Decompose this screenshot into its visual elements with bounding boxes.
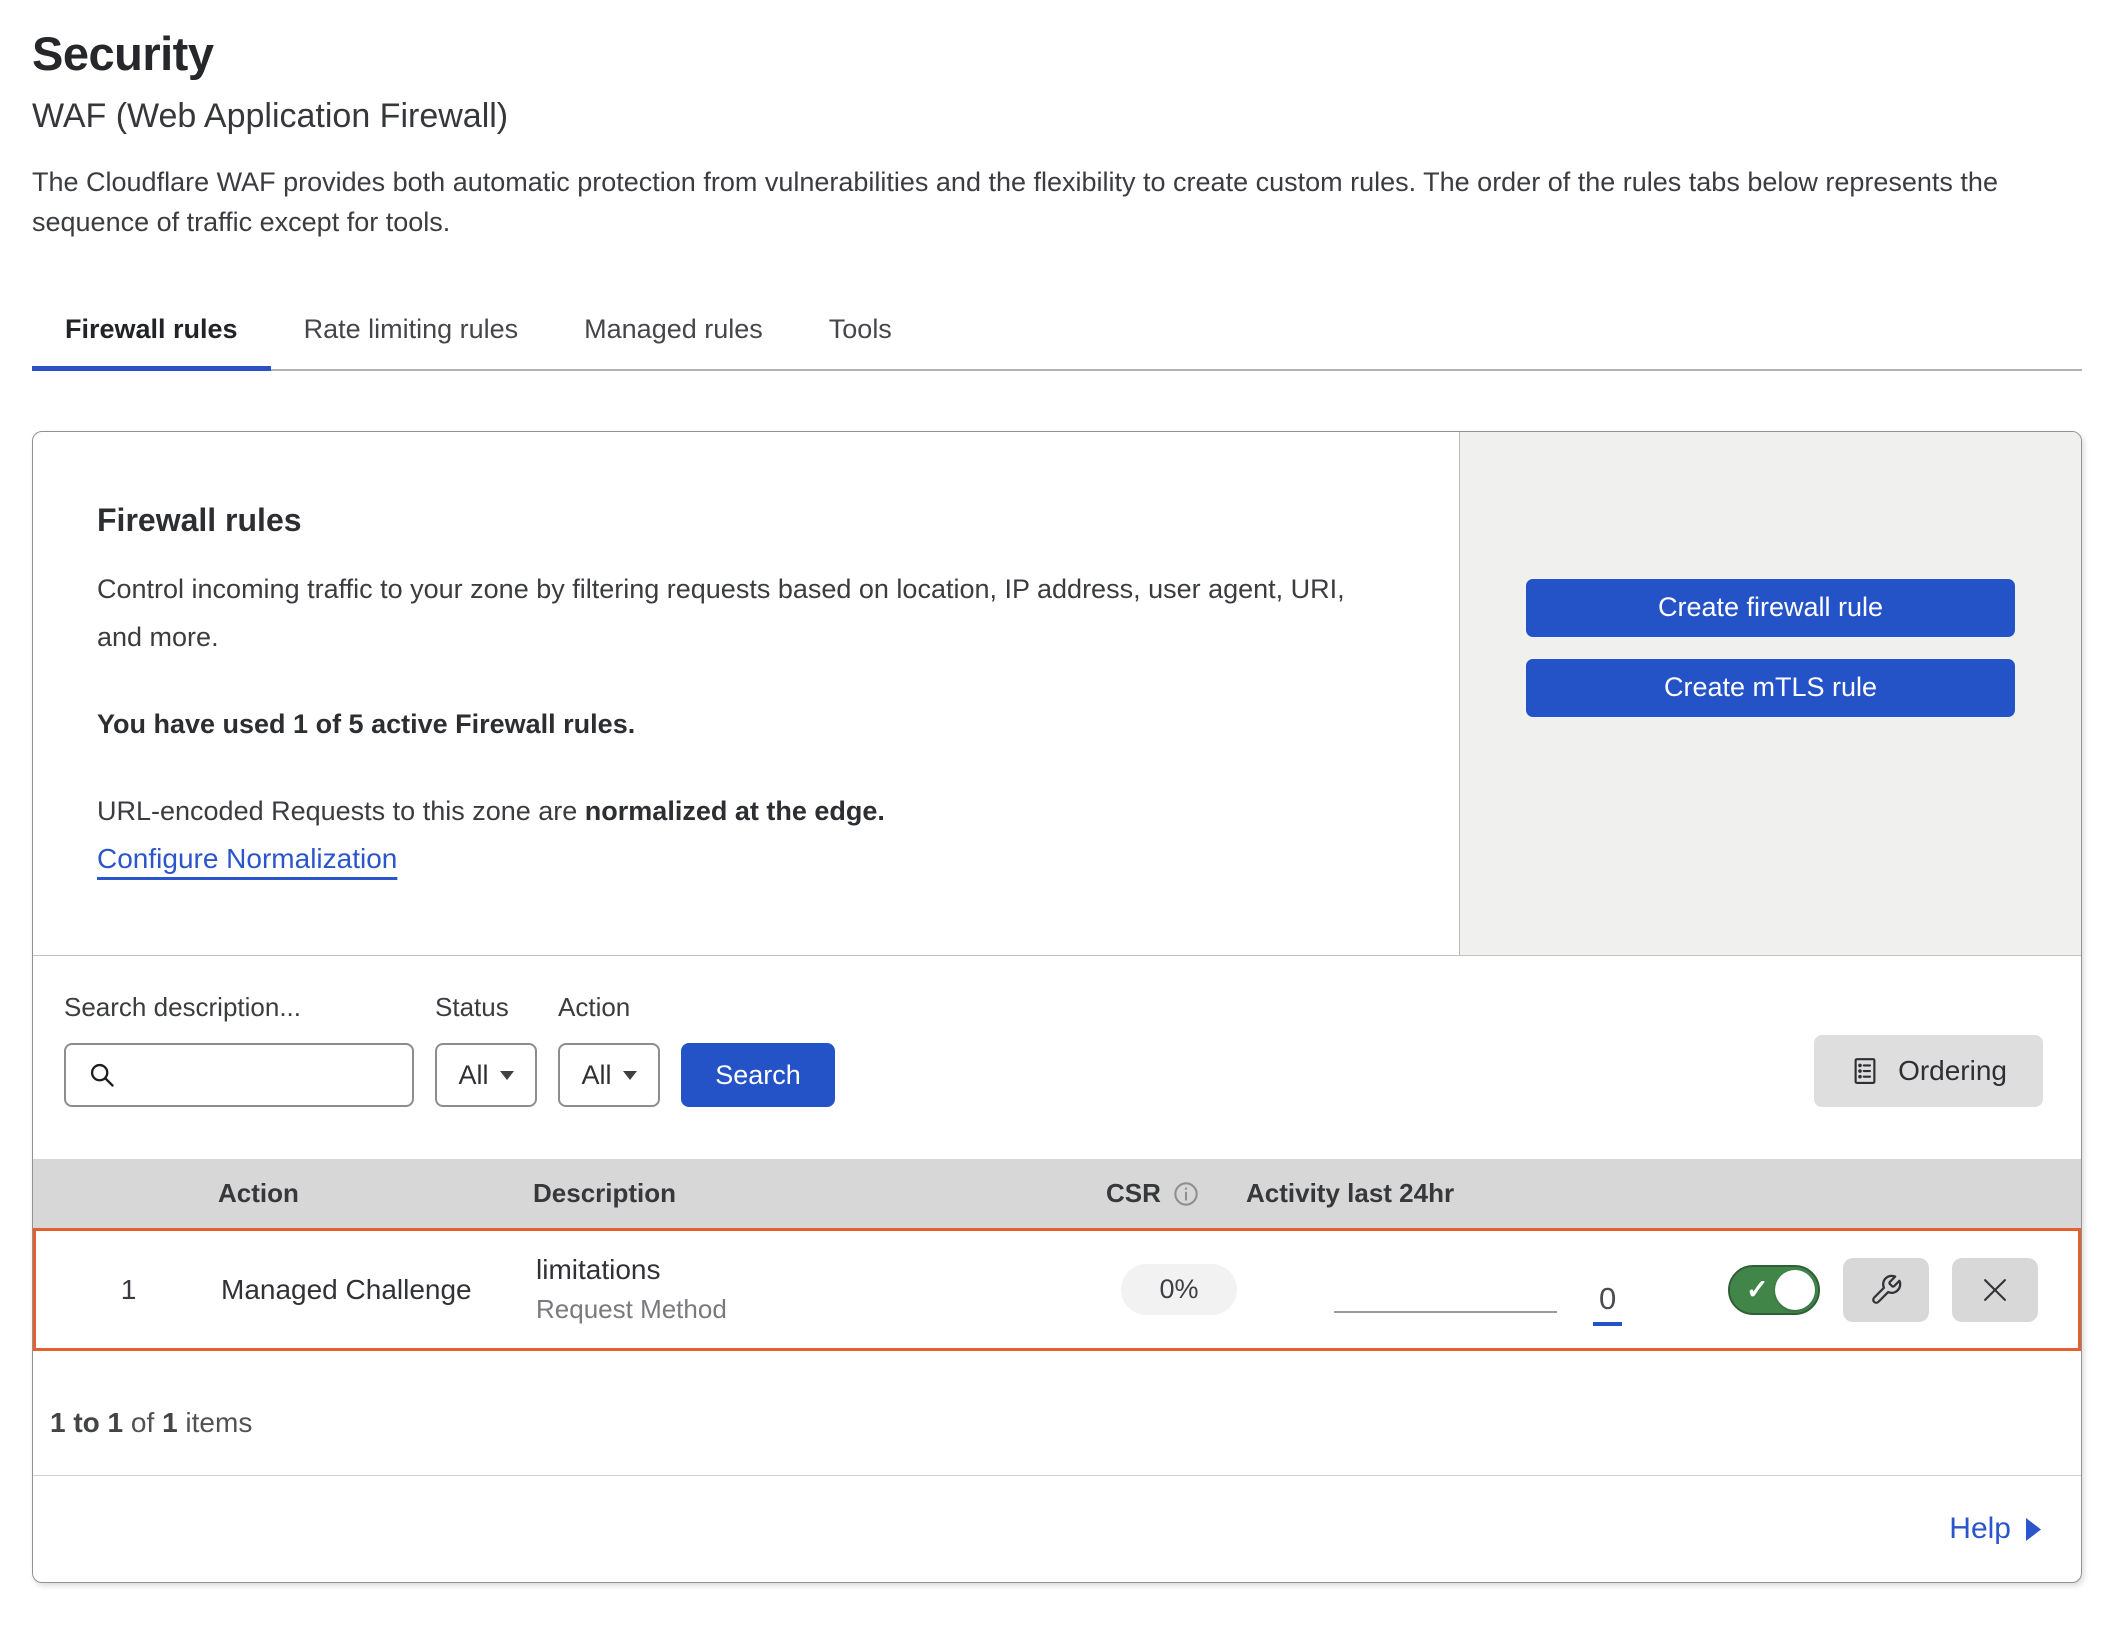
search-button[interactable]: Search <box>681 1043 835 1107</box>
rule-enabled-toggle[interactable]: ✓ <box>1728 1265 1820 1315</box>
action-select-value: All <box>581 1060 611 1091</box>
status-select-value: All <box>458 1060 488 1091</box>
page-description: The Cloudflare WAF provides both automat… <box>32 162 2082 242</box>
activity-count-link[interactable]: 0 <box>1593 1283 1622 1326</box>
search-filter-group: Search description... <box>64 992 414 1107</box>
rules-table-header: Action Description CSR Activity last 24h… <box>33 1159 2081 1228</box>
info-icon[interactable] <box>1173 1181 1199 1207</box>
action-select[interactable]: All <box>558 1043 660 1107</box>
close-icon <box>1978 1273 2012 1307</box>
toggle-knob <box>1775 1270 1815 1310</box>
pagination-range: 1 to 1 <box>50 1407 123 1438</box>
rule-priority: 1 <box>121 1274 137 1306</box>
help-bar: Help <box>33 1476 2081 1582</box>
search-box <box>64 1043 414 1107</box>
panel-buttons: Create firewall rule Create mTLS rule <box>1526 579 2015 717</box>
status-select[interactable]: All <box>435 1043 537 1107</box>
search-label: Search description... <box>64 992 414 1023</box>
filter-toolbar: Search description... Status All Action <box>33 956 2081 1159</box>
tab-rate-limiting-rules[interactable]: Rate limiting rules <box>271 298 552 369</box>
csr-badge: 0% <box>1121 1264 1236 1315</box>
create-rule-panel: Create firewall rule Create mTLS rule <box>1459 432 2081 955</box>
activity-sparkline <box>1334 1311 1557 1313</box>
csr-header-label: CSR <box>1106 1178 1161 1209</box>
search-icon <box>88 1061 116 1089</box>
arrow-right-icon <box>2026 1518 2041 1541</box>
column-header-activity: Activity last 24hr <box>1246 1178 2081 1209</box>
chevron-down-icon <box>500 1071 514 1080</box>
waf-tab-bar: Firewall rules Rate limiting rules Manag… <box>32 298 2082 371</box>
rule-description-sub: Request Method <box>536 1294 1109 1325</box>
status-filter-group: Status All <box>435 992 537 1107</box>
rule-activity-cell: 0 ✓ <box>1249 1231 2078 1348</box>
create-firewall-rule-button[interactable]: Create firewall rule <box>1526 579 2015 637</box>
firewall-rules-overview: Firewall rules Control incoming traffic … <box>33 432 2081 956</box>
rule-description-cell: limitations Request Method <box>536 1254 1109 1325</box>
tab-managed-rules[interactable]: Managed rules <box>551 298 796 369</box>
usage-summary: You have used 1 of 5 active Firewall rul… <box>97 709 1395 740</box>
status-label: Status <box>435 992 537 1023</box>
rule-description: limitations <box>536 1254 1109 1286</box>
chevron-down-icon <box>623 1071 637 1080</box>
normalization-text: URL-encoded Requests to this zone are <box>97 796 577 826</box>
firewall-rules-card: Firewall rules Control incoming traffic … <box>32 431 2082 1583</box>
help-link[interactable]: Help <box>1949 1512 2041 1546</box>
page-subtitle: WAF (Web Application Firewall) <box>32 97 2082 136</box>
tab-firewall-rules[interactable]: Firewall rules <box>32 298 271 369</box>
rule-controls: ✓ <box>1728 1258 2078 1322</box>
security-waf-page: Security WAF (Web Application Firewall) … <box>0 0 2114 1583</box>
ordering-button-label: Ordering <box>1898 1055 2007 1087</box>
tab-tools[interactable]: Tools <box>796 298 925 369</box>
overview-text-panel: Firewall rules Control incoming traffic … <box>33 432 1459 955</box>
ordering-button[interactable]: Ordering <box>1814 1035 2043 1107</box>
action-filter-group: Action All <box>558 992 660 1107</box>
column-header-action: Action <box>218 1178 533 1209</box>
delete-rule-button[interactable] <box>1952 1258 2038 1322</box>
list-document-icon <box>1850 1056 1880 1086</box>
pagination-items: items <box>185 1407 252 1438</box>
normalization-bold: normalized at the edge. <box>585 796 885 826</box>
wrench-icon <box>1869 1273 1903 1307</box>
help-label: Help <box>1949 1512 2011 1546</box>
pagination-total: 1 <box>162 1407 178 1438</box>
column-header-csr: CSR <box>1106 1178 1246 1209</box>
pagination-of: of <box>131 1407 154 1438</box>
card-description: Control incoming traffic to your zone by… <box>97 565 1395 661</box>
check-icon: ✓ <box>1746 1276 1769 1303</box>
action-label: Action <box>558 992 660 1023</box>
create-mtls-rule-button[interactable]: Create mTLS rule <box>1526 659 2015 717</box>
normalization-note: URL-encoded Requests to this zone are no… <box>97 796 1395 827</box>
column-header-description: Description <box>533 1178 1106 1209</box>
rule-action: Managed Challenge <box>221 1274 536 1306</box>
firewall-rule-row[interactable]: 1 Managed Challenge limitations Request … <box>33 1228 2081 1351</box>
search-input[interactable] <box>64 1043 414 1107</box>
edit-rule-button[interactable] <box>1843 1258 1929 1322</box>
configure-normalization-link[interactable]: Configure Normalization <box>97 843 397 875</box>
card-heading: Firewall rules <box>97 502 1395 539</box>
page-title: Security <box>32 26 2082 81</box>
pagination-summary: 1 to 1 of 1 items <box>33 1351 2081 1476</box>
activity-group: 0 <box>1249 1231 1622 1348</box>
